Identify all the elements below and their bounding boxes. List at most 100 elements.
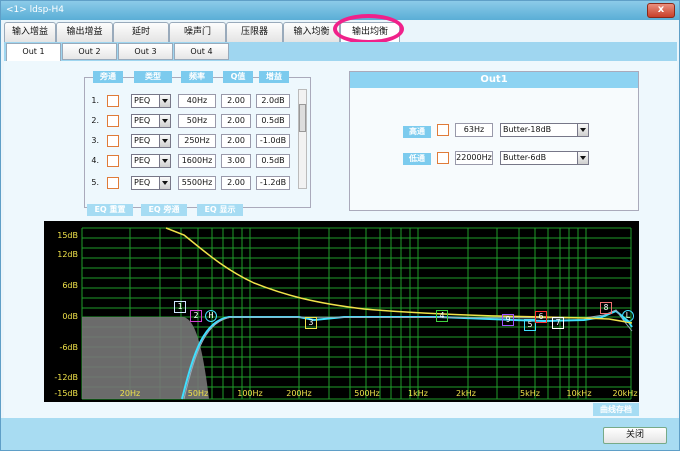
- gain-field[interactable]: -1.0dB: [256, 134, 290, 148]
- bypass-checkbox[interactable]: [107, 115, 119, 127]
- tab-delay[interactable]: 延时: [113, 22, 169, 42]
- chevron-down-icon: [159, 155, 170, 167]
- header-type: 类型: [134, 71, 172, 83]
- row-number: 5.: [91, 178, 99, 187]
- eq-reset-button[interactable]: EQ 重置: [87, 204, 133, 216]
- eq-marker[interactable]: 7: [552, 317, 564, 329]
- tab-out-2[interactable]: Out 2: [62, 43, 117, 60]
- y-label: 0dB: [62, 312, 78, 321]
- eq-marker[interactable]: 6: [535, 311, 547, 323]
- x-label: 10kHz: [566, 389, 592, 398]
- eq-show-button[interactable]: EQ 显示: [197, 204, 243, 216]
- scroll-thumb[interactable]: [299, 104, 306, 132]
- freq-field[interactable]: 5500Hz: [178, 176, 216, 190]
- eq-marker[interactable]: 2: [190, 310, 202, 322]
- x-label: 50Hz: [187, 389, 209, 398]
- q-field[interactable]: 2.00: [221, 94, 251, 108]
- highpass-handle[interactable]: H: [205, 310, 217, 322]
- title-bar: <1> ldsp-H4 x: [1, 1, 679, 20]
- chevron-down-icon: [577, 124, 588, 136]
- eq-scrollbar[interactable]: [298, 89, 307, 189]
- chevron-down-icon: [159, 177, 170, 189]
- lowpass-type-select[interactable]: Butter-6dB: [500, 151, 589, 165]
- eq-marker[interactable]: 3: [305, 317, 317, 329]
- freq-field[interactable]: 1600Hz: [178, 154, 216, 168]
- y-label: -15dB: [54, 389, 78, 398]
- gain-field[interactable]: 2.0dB: [256, 94, 290, 108]
- tab-input-eq[interactable]: 输入均衡: [283, 22, 340, 42]
- x-label: 1kHz: [408, 389, 428, 398]
- crossover-title: Out1: [350, 72, 638, 88]
- y-label: 12dB: [57, 250, 78, 259]
- type-select[interactable]: PEQ: [131, 134, 171, 148]
- yellow-curve: [165, 227, 633, 324]
- q-field[interactable]: 2.00: [221, 114, 251, 128]
- window-title: <1> ldsp-H4: [6, 5, 65, 15]
- lowpass-type-value: Butter-6dB: [503, 153, 547, 162]
- q-field[interactable]: 3.00: [221, 154, 251, 168]
- window-close-button[interactable]: x: [647, 3, 675, 18]
- eq-marker[interactable]: 8: [600, 302, 612, 314]
- x-label: 500Hz: [354, 389, 380, 398]
- highlight-ellipse: [333, 14, 404, 44]
- tab-output-gain[interactable]: 输出增益: [56, 22, 113, 42]
- highpass-checkbox[interactable]: [437, 124, 449, 136]
- sub-tabs: Out 1 Out 2 Out 3 Out 4: [4, 42, 677, 61]
- gain-field[interactable]: 0.5dB: [256, 114, 290, 128]
- x-label: 20Hz: [119, 389, 141, 398]
- x-label: 2kHz: [456, 389, 476, 398]
- q-field[interactable]: 2.00: [221, 134, 251, 148]
- highpass-label: 高通: [403, 126, 431, 138]
- highpass-freq-field[interactable]: 63Hz: [455, 123, 493, 137]
- eq-bypass-button[interactable]: EQ 旁通: [141, 204, 187, 216]
- type-select[interactable]: PEQ: [131, 154, 171, 168]
- type-select[interactable]: PEQ: [131, 114, 171, 128]
- freq-field[interactable]: 50Hz: [178, 114, 216, 128]
- freq-field[interactable]: 40Hz: [178, 94, 216, 108]
- tab-input-gain[interactable]: 输入增益: [4, 22, 56, 42]
- type-value: PEQ: [134, 178, 151, 187]
- x-label: 20kHz: [612, 389, 638, 398]
- gain-field[interactable]: -1.2dB: [256, 176, 290, 190]
- eq-marker[interactable]: 4: [436, 310, 448, 322]
- y-label: 15dB: [57, 231, 78, 240]
- close-button[interactable]: 关闭: [603, 427, 667, 444]
- lowpass-checkbox[interactable]: [437, 152, 449, 164]
- eq-marker[interactable]: 9: [502, 314, 514, 326]
- type-value: PEQ: [134, 116, 151, 125]
- tab-out-1[interactable]: Out 1: [6, 43, 61, 61]
- tab-out-4[interactable]: Out 4: [174, 43, 229, 60]
- chevron-down-icon: [159, 95, 170, 107]
- type-select[interactable]: PEQ: [131, 176, 171, 190]
- eq-marker[interactable]: 1: [174, 301, 186, 313]
- type-value: PEQ: [134, 136, 151, 145]
- row-number: 4.: [91, 156, 99, 165]
- bypass-checkbox[interactable]: [107, 95, 119, 107]
- tab-limiter[interactable]: 压限器: [226, 22, 283, 42]
- tab-noise-gate[interactable]: 噪声门: [169, 22, 226, 42]
- bypass-checkbox[interactable]: [107, 135, 119, 147]
- phase-curve: [183, 309, 633, 400]
- y-label: -6dB: [59, 343, 78, 352]
- highpass-fill: [82, 317, 209, 399]
- graph-svg: [81, 227, 633, 400]
- lowpass-handle[interactable]: L: [622, 310, 634, 322]
- freq-field[interactable]: 250Hz: [178, 134, 216, 148]
- gain-field[interactable]: 0.5dB: [256, 154, 290, 168]
- eq-response-graph[interactable]: 15dB 12dB 6dB 0dB -6dB -12dB -15dB 20Hz …: [44, 221, 639, 402]
- type-value: PEQ: [134, 156, 151, 165]
- curve-save-button[interactable]: 曲线存档: [593, 403, 639, 416]
- highpass-type-select[interactable]: Butter-18dB: [500, 123, 589, 137]
- x-label: 200Hz: [286, 389, 312, 398]
- lowpass-freq-field[interactable]: 22000Hz: [455, 151, 493, 165]
- type-select[interactable]: PEQ: [131, 94, 171, 108]
- type-value: PEQ: [134, 96, 151, 105]
- q-field[interactable]: 2.00: [221, 176, 251, 190]
- row-number: 3.: [91, 136, 99, 145]
- highpass-type-value: Butter-18dB: [503, 125, 552, 134]
- tab-out-3[interactable]: Out 3: [118, 43, 173, 60]
- header-freq: 频率: [181, 71, 213, 83]
- bypass-checkbox[interactable]: [107, 177, 119, 189]
- y-label: 6dB: [62, 281, 78, 290]
- bypass-checkbox[interactable]: [107, 155, 119, 167]
